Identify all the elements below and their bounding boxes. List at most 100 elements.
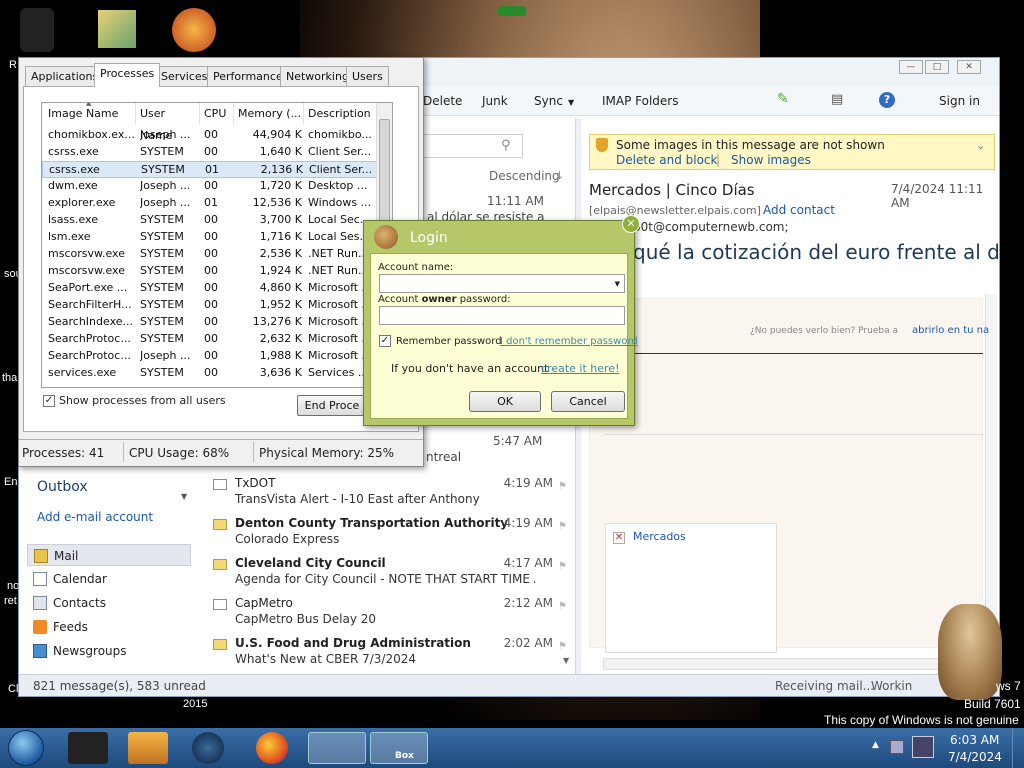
- flag-icon[interactable]: ⚑: [558, 641, 567, 652]
- maximize-button[interactable]: □: [925, 60, 949, 74]
- taskbar-mail[interactable]: [308, 732, 366, 764]
- tab-processes[interactable]: Processes: [94, 63, 161, 87]
- show-all-users-checkbox[interactable]: ✓: [43, 395, 55, 407]
- tab-services[interactable]: Services: [155, 66, 214, 86]
- tray-expand-icon[interactable]: ▲: [872, 740, 879, 750]
- column-description[interactable]: Description: [304, 103, 378, 125]
- process-row[interactable]: mscorsvw.exe SYSTEM 00 1,924 K .NET Run...: [42, 263, 377, 280]
- forgot-password-link[interactable]: I don't remember password: [500, 336, 638, 347]
- flag-icon[interactable]: ⚑: [558, 601, 567, 612]
- process-description: Client Ser...: [309, 163, 373, 176]
- image-alt-text[interactable]: Mercados: [633, 530, 686, 543]
- process-row[interactable]: SeaPort.exe ... SYSTEM 00 4,860 K Microsoft …: [42, 280, 377, 297]
- nav-contacts[interactable]: Contacts: [27, 592, 191, 614]
- nav-feeds[interactable]: Feeds: [27, 616, 191, 638]
- desktop-icon-app[interactable]: [172, 8, 216, 52]
- process-row[interactable]: explorer.exe Joseph ... 01 12,536 K Windows …: [42, 195, 377, 212]
- message-row[interactable]: TxDOT TransVista Alert - I-10 East after…: [211, 473, 567, 513]
- open-browser-link[interactable]: abrirlo en tu na: [912, 325, 989, 336]
- ok-button[interactable]: OK: [469, 391, 541, 412]
- tray-network-icon[interactable]: [890, 740, 904, 754]
- taskbar-speaker-app[interactable]: [68, 732, 108, 764]
- process-row[interactable]: services.exe SYSTEM 00 3,636 K Services ...: [42, 365, 377, 382]
- taskbar-globe-app[interactable]: [192, 732, 224, 764]
- remember-password-label[interactable]: Remember password: [396, 336, 502, 347]
- column-cpu[interactable]: CPU: [200, 103, 234, 125]
- message-row[interactable]: Denton County Transportation Authority C…: [211, 513, 567, 553]
- tray-camera-icon[interactable]: [912, 736, 934, 758]
- process-row[interactable]: lsm.exe SYSTEM 00 1,716 K Local Ses...: [42, 229, 377, 246]
- clock-date[interactable]: 7/4/2024: [948, 750, 1002, 764]
- tab-performance[interactable]: Performance: [207, 66, 289, 86]
- close-icon[interactable]: ✕: [622, 215, 640, 233]
- tab-networking[interactable]: Networking: [280, 66, 355, 86]
- process-list[interactable]: Image Name User Name CPU Memory (... Des…: [41, 102, 393, 388]
- rss-icon: [33, 620, 47, 634]
- delete-and-block-link[interactable]: Delete and block: [616, 153, 717, 167]
- password-input[interactable]: [379, 306, 625, 325]
- imap-folders-button[interactable]: IMAP Folders: [602, 94, 679, 108]
- message-subject[interactable]: ntreal: [426, 450, 461, 464]
- tab-users[interactable]: Users: [346, 66, 389, 86]
- message-row[interactable]: CapMetro CapMetro Bus Delay 20 2:12 AM ⚑: [211, 593, 567, 633]
- taskbar-media-player[interactable]: [128, 732, 168, 764]
- add-contact-link[interactable]: Add contact: [763, 203, 835, 217]
- minimize-button[interactable]: —: [899, 60, 923, 74]
- taskbar-chomikbox[interactable]: Box: [370, 732, 428, 764]
- horizontal-scrollbar[interactable]: [603, 658, 983, 670]
- add-email-account-link[interactable]: Add e-mail account: [37, 510, 153, 524]
- desktop-icon-speaker[interactable]: [20, 8, 54, 52]
- delete-button[interactable]: Delete: [423, 94, 462, 108]
- column-memory[interactable]: Memory (...: [234, 103, 304, 125]
- message-row[interactable]: U.S. Food and Drug Administration What's…: [211, 633, 567, 673]
- sync-button[interactable]: Sync: [534, 94, 563, 108]
- desktop-icon-folder[interactable]: [98, 10, 136, 48]
- message-row[interactable]: Cleveland City Council Agenda for City C…: [211, 553, 567, 593]
- flag-icon[interactable]: ⚑: [558, 521, 567, 532]
- envelope-icon: [213, 559, 227, 570]
- cancel-button[interactable]: Cancel: [551, 391, 625, 412]
- search-icon[interactable]: ⚲: [501, 138, 511, 153]
- nav-calendar[interactable]: Calendar: [27, 568, 191, 590]
- chevron-down-icon[interactable]: ⌄: [976, 139, 985, 152]
- clock-time[interactable]: 6:03 AM: [950, 733, 999, 747]
- process-row[interactable]: dwm.exe Joseph ... 00 1,720 K Desktop ...: [42, 178, 377, 195]
- show-all-users-label[interactable]: Show processes from all users: [59, 394, 226, 407]
- junk-button[interactable]: Junk: [482, 94, 508, 108]
- process-image-name: lsm.exe: [48, 230, 91, 243]
- image-placeholder: [605, 523, 777, 653]
- show-images-link[interactable]: Show images: [731, 153, 811, 167]
- outbox-folder[interactable]: Outbox: [37, 479, 88, 495]
- help-icon[interactable]: ?: [879, 92, 895, 108]
- remember-password-checkbox[interactable]: ✓: [379, 335, 391, 347]
- chevron-down-icon[interactable]: ▼: [181, 492, 187, 501]
- account-name-select[interactable]: ▼: [379, 274, 625, 293]
- process-row[interactable]: SearchFilterH... SYSTEM 00 1,952 K Microsoft…: [42, 297, 377, 314]
- process-row[interactable]: csrss.exe SYSTEM 00 1,640 K Client Ser...: [42, 144, 377, 161]
- view-icon[interactable]: ▤: [831, 92, 843, 107]
- end-process-button[interactable]: End Proce: [297, 395, 367, 416]
- process-row[interactable]: lsass.exe SYSTEM 00 3,700 K Local Sec...: [42, 212, 377, 229]
- close-button[interactable]: ✕: [957, 60, 981, 74]
- column-user-name[interactable]: User Name: [136, 103, 200, 142]
- process-row[interactable]: mscorsvw.exe SYSTEM 00 2,536 K .NET Run...: [42, 246, 377, 263]
- taskbar-firefox[interactable]: [256, 732, 288, 764]
- show-desktop-button[interactable]: [1012, 728, 1024, 768]
- cant-see-text: ¿No puedes verlo bien? Prueba a: [750, 326, 898, 336]
- flag-icon[interactable]: ⚑: [558, 561, 567, 572]
- process-row[interactable]: SearchIndexe... SYSTEM 00 13,276 K Microsoft…: [42, 314, 377, 331]
- cpu-usage: CPU Usage: 68%: [129, 446, 230, 460]
- create-account-link[interactable]: create it here!: [541, 362, 619, 375]
- start-button[interactable]: [8, 730, 44, 766]
- nav-newsgroups[interactable]: Newsgroups: [27, 640, 191, 662]
- nav-mail[interactable]: Mail: [27, 544, 191, 566]
- tab-applications[interactable]: Applications: [25, 66, 105, 86]
- sign-in-button[interactable]: Sign in: [939, 94, 980, 108]
- pen-icon[interactable]: ✎: [777, 91, 789, 107]
- process-row[interactable]: SearchProtoc... Joseph ... 00 1,988 K Micros…: [42, 348, 377, 365]
- process-row[interactable]: chomikbox.ex... Joseph ... 00 44,904 K chomi…: [42, 127, 377, 144]
- flag-icon[interactable]: ⚑: [558, 481, 567, 492]
- process-row[interactable]: csrss.exe SYSTEM 01 2,136 K Client Ser...: [42, 161, 377, 178]
- process-row[interactable]: SearchProtoc... SYSTEM 00 2,632 K Microsoft …: [42, 331, 377, 348]
- sort-order[interactable]: Descending: [489, 169, 560, 183]
